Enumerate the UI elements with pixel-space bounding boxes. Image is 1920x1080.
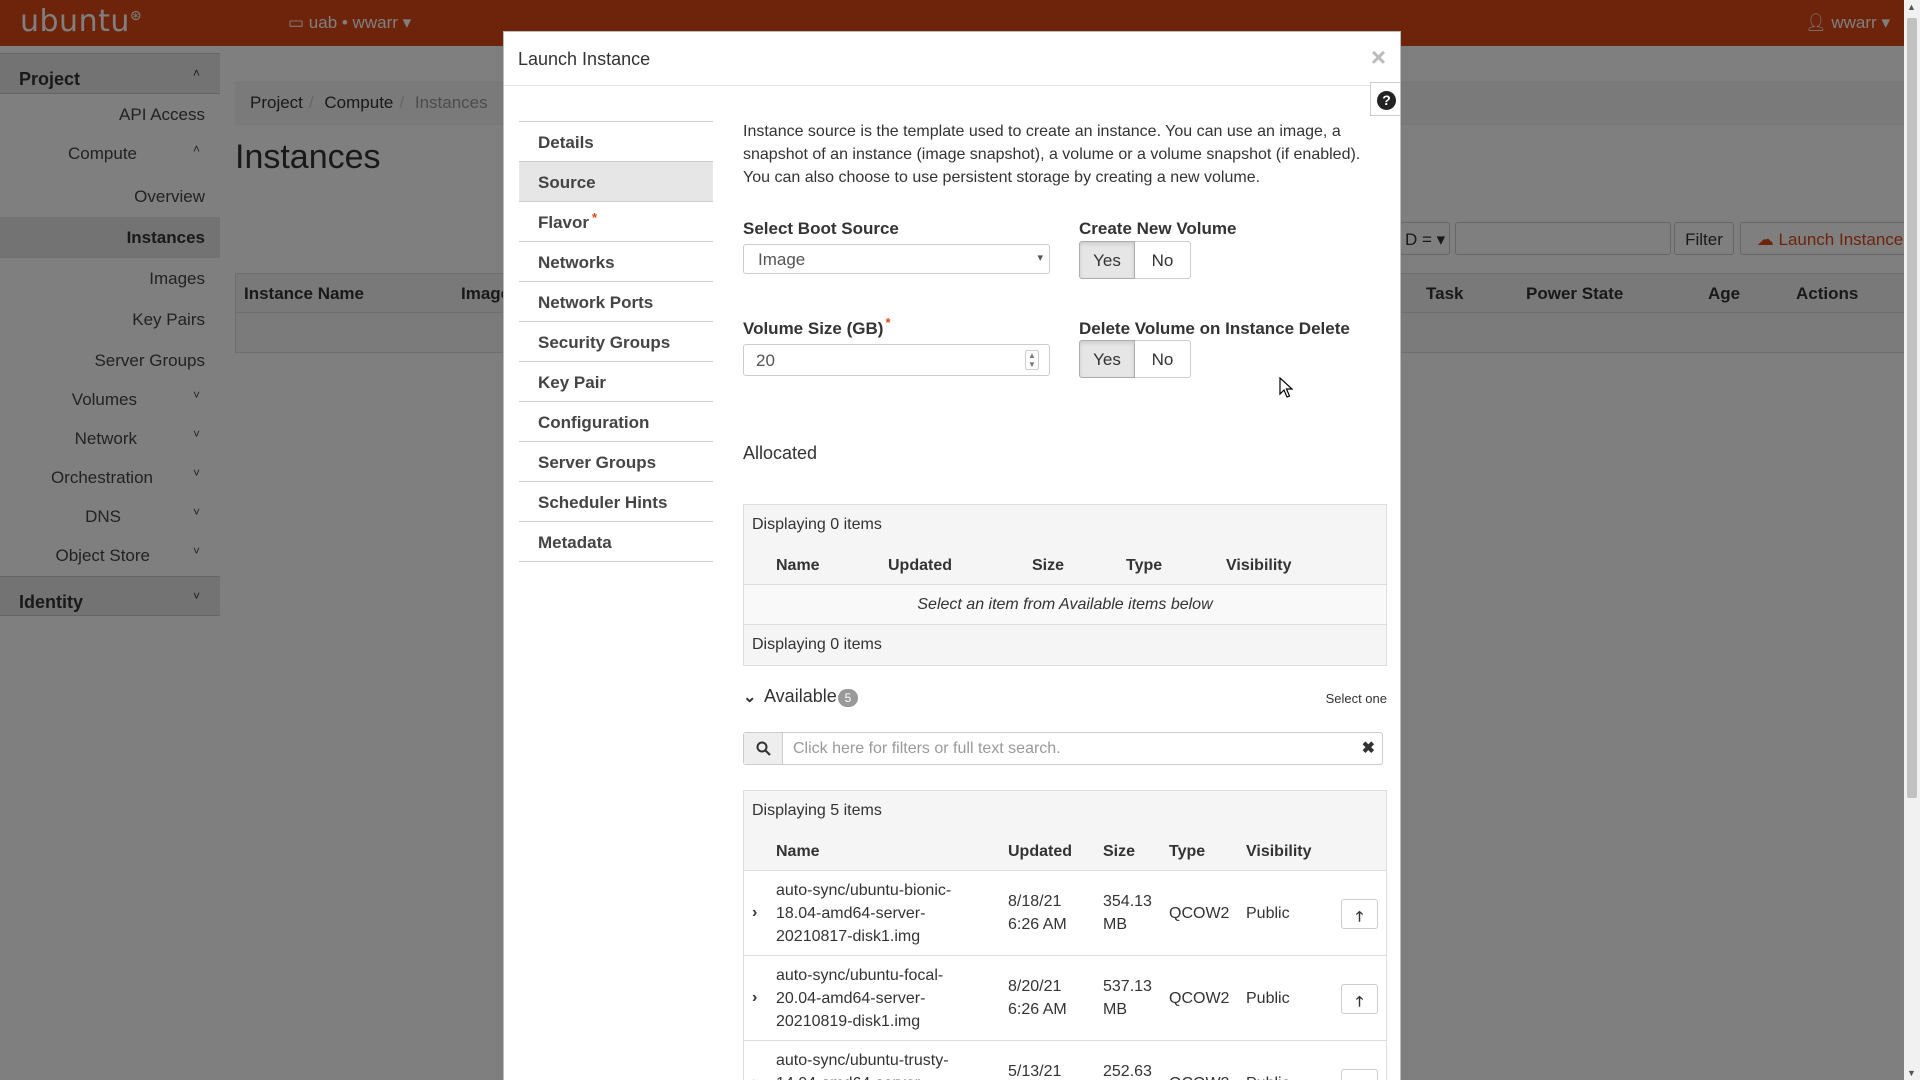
col-name: Name bbox=[776, 557, 820, 574]
scroll-up-icon[interactable]: ▲ bbox=[1907, 2, 1916, 12]
allocated-count-footer: Displaying 0 items bbox=[752, 636, 882, 653]
tab-network-ports[interactable]: Network Ports bbox=[519, 282, 713, 322]
col-size[interactable]: Size bbox=[1103, 843, 1135, 861]
image-size: 252.63 MB bbox=[1103, 1063, 1152, 1080]
chevron-down-icon: ▾ bbox=[1037, 252, 1043, 264]
col-name[interactable]: Name bbox=[776, 843, 820, 861]
tab-source[interactable]: Source bbox=[519, 162, 713, 202]
wizard-nav: Details Source Flavor * Networks Network … bbox=[519, 121, 713, 562]
image-type: QCOW2 bbox=[1169, 1072, 1229, 1080]
image-size: 354.13 MB bbox=[1103, 893, 1152, 933]
col-size: Size bbox=[1032, 557, 1065, 574]
required-marker: * bbox=[885, 315, 891, 330]
tab-server-groups[interactable]: Server Groups bbox=[519, 442, 713, 482]
available-table-header: Name Updated Size Type Visibility bbox=[744, 831, 1386, 871]
expand-chevron-icon[interactable]: › bbox=[752, 1071, 757, 1080]
search-icon bbox=[744, 733, 783, 764]
image-updated: 5/13/21 5:13 PM bbox=[1008, 1063, 1062, 1080]
create-volume-no[interactable]: No bbox=[1135, 241, 1191, 279]
allocate-arrow-up-button[interactable]: 🡑 bbox=[1341, 984, 1378, 1014]
modal-title: Launch Instance bbox=[518, 49, 651, 69]
tab-details[interactable]: Details bbox=[519, 122, 713, 162]
select-one-hint: Select one bbox=[1325, 691, 1387, 706]
delete-volume-no[interactable]: No bbox=[1135, 340, 1191, 378]
page-scrollbar[interactable]: ▲ ▼ bbox=[1904, 0, 1920, 1080]
allocate-arrow-up-button[interactable]: 🡑 bbox=[1341, 1069, 1378, 1080]
expand-chevron-icon[interactable]: › bbox=[752, 901, 757, 924]
col-type[interactable]: Type bbox=[1169, 843, 1205, 861]
close-icon[interactable]: × bbox=[1371, 42, 1386, 73]
table-row: › auto-sync/ubuntu-trusty-14.04-amd64-se… bbox=[744, 1041, 1386, 1080]
tab-flavor[interactable]: Flavor * bbox=[519, 202, 713, 242]
help-button[interactable]: ? bbox=[1370, 82, 1400, 116]
col-updated: Updated bbox=[888, 557, 952, 574]
volume-size-label: Volume Size (GB) * bbox=[743, 315, 891, 338]
available-search-bar[interactable]: Click here for filters or full text sear… bbox=[743, 732, 1383, 765]
expand-chevron-icon[interactable]: › bbox=[752, 986, 757, 1009]
image-name: auto-sync/ubuntu-trusty-14.04-amd64-serv… bbox=[776, 1052, 949, 1080]
image-updated: 8/18/21 6:26 AM bbox=[1008, 893, 1067, 933]
allocate-arrow-up-button[interactable]: 🡑 bbox=[1341, 899, 1378, 929]
tab-key-pair[interactable]: Key Pair bbox=[519, 362, 713, 402]
modal-header: Launch Instance × bbox=[504, 32, 1400, 86]
image-visibility: Public bbox=[1246, 1072, 1290, 1080]
image-type: QCOW2 bbox=[1169, 990, 1230, 1007]
delete-volume-yes[interactable]: Yes bbox=[1079, 340, 1135, 378]
create-volume-yes[interactable]: Yes bbox=[1079, 241, 1135, 279]
spinner-icon[interactable]: ▲ ▼ bbox=[1025, 350, 1039, 370]
allocated-table: Displaying 0 items Name Updated Size Typ… bbox=[743, 504, 1387, 666]
scrollbar-thumb[interactable] bbox=[1907, 18, 1917, 798]
allocated-table-header: Name Updated Size Type Visibility bbox=[744, 545, 1386, 585]
tab-networks[interactable]: Networks bbox=[519, 242, 713, 282]
boot-source-select[interactable]: Image ▾ bbox=[743, 244, 1050, 274]
intro-text: Instance source is the template used to … bbox=[743, 123, 1361, 186]
image-name: auto-sync/ubuntu-bionic-18.04-amd64-serv… bbox=[776, 882, 952, 945]
col-updated[interactable]: Updated bbox=[1008, 843, 1072, 861]
delete-volume-toggle: Yes No bbox=[1079, 340, 1191, 378]
tab-scheduler-hints[interactable]: Scheduler Hints bbox=[519, 482, 713, 522]
image-visibility: Public bbox=[1246, 905, 1290, 922]
allocated-label: Allocated bbox=[743, 443, 818, 463]
col-type: Type bbox=[1126, 557, 1163, 574]
image-updated: 8/20/21 6:26 AM bbox=[1008, 978, 1067, 1018]
delete-volume-label: Delete Volume on Instance Delete bbox=[1079, 319, 1350, 338]
chevron-down-icon: ⌄ bbox=[743, 689, 757, 706]
available-table: Displaying 5 items Name Updated Size Typ… bbox=[743, 790, 1387, 1080]
create-volume-label: Create New Volume bbox=[1079, 219, 1237, 238]
question-icon: ? bbox=[1377, 91, 1396, 110]
col-visibility: Visibility bbox=[1226, 557, 1292, 574]
source-step-body: Instance source is the template used to … bbox=[743, 120, 1389, 1080]
tab-security-groups[interactable]: Security Groups bbox=[519, 322, 713, 362]
table-row: › auto-sync/ubuntu-bionic-18.04-amd64-se… bbox=[744, 871, 1386, 956]
image-size: 537.13 MB bbox=[1103, 978, 1152, 1018]
tab-configuration[interactable]: Configuration bbox=[519, 402, 713, 442]
clear-icon[interactable]: ✖ bbox=[1362, 738, 1375, 758]
mouse-cursor-icon bbox=[1279, 377, 1293, 398]
create-volume-toggle: Yes No bbox=[1079, 241, 1191, 279]
image-name: auto-sync/ubuntu-focal-20.04-amd64-serve… bbox=[776, 967, 944, 1030]
image-visibility: Public bbox=[1246, 990, 1290, 1007]
scroll-down-icon[interactable]: ▼ bbox=[1907, 1068, 1916, 1078]
boot-source-label: Select Boot Source bbox=[743, 219, 899, 238]
tab-metadata[interactable]: Metadata bbox=[519, 522, 713, 562]
available-label: Available bbox=[764, 686, 837, 706]
volume-size-input[interactable]: 20 ▲ ▼ bbox=[743, 344, 1050, 376]
available-section-header[interactable]: ⌄ Available 5 Select one bbox=[743, 686, 1387, 710]
required-marker: * bbox=[592, 210, 598, 225]
launch-instance-modal: Launch Instance × ? Details Source Flavo… bbox=[503, 31, 1401, 1080]
allocated-empty-message: Select an item from Available items belo… bbox=[744, 585, 1386, 625]
search-input[interactable]: Click here for filters or full text sear… bbox=[793, 740, 1061, 758]
col-visibility[interactable]: Visibility bbox=[1246, 843, 1312, 861]
allocated-count: Displaying 0 items bbox=[752, 516, 882, 533]
table-row: › auto-sync/ubuntu-focal-20.04-amd64-ser… bbox=[744, 956, 1386, 1041]
available-count: Displaying 5 items bbox=[744, 791, 1386, 831]
available-count-badge: 5 bbox=[838, 689, 858, 707]
image-type: QCOW2 bbox=[1169, 905, 1230, 922]
